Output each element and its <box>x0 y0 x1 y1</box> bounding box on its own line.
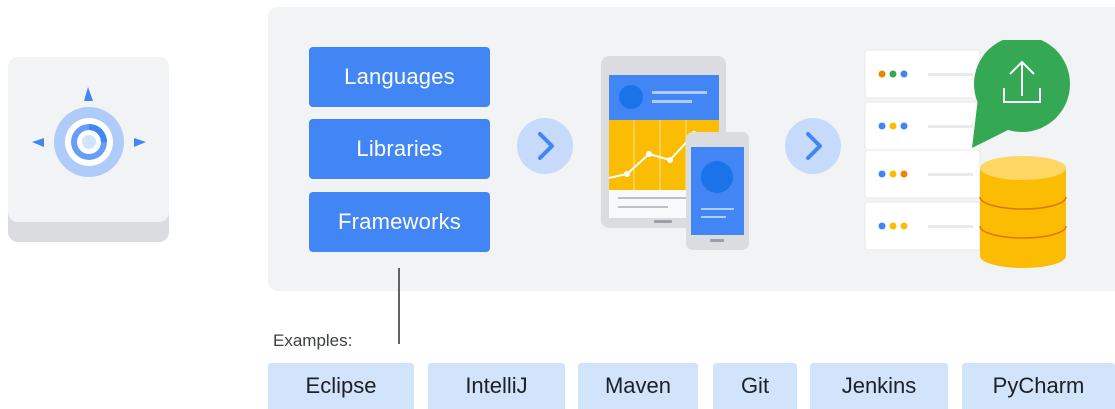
tool-maven: Maven <box>578 363 698 409</box>
examples-label: Examples: <box>273 331 353 350</box>
tool-jenkins: Jenkins <box>810 363 948 409</box>
server-unit <box>864 49 981 99</box>
connector-line <box>398 268 400 344</box>
chevron-right-icon <box>517 118 573 174</box>
upload-icon <box>972 40 1070 148</box>
database-icon <box>979 156 1067 268</box>
tool-git: Git <box>713 363 797 409</box>
server-unit <box>864 101 981 151</box>
server-unit <box>864 149 981 199</box>
languages-box: Languages <box>309 47 490 107</box>
device-app-icon <box>601 56 749 250</box>
libraries-box: Libraries <box>309 119 490 179</box>
tool-intellij: IntelliJ <box>428 363 565 409</box>
server-rack-icon <box>864 40 1070 268</box>
chevron-right-icon <box>785 118 841 174</box>
frameworks-box: Frameworks <box>309 192 490 252</box>
app-engine-icon <box>32 87 146 177</box>
tool-eclipse: Eclipse <box>268 363 414 409</box>
tool-pycharm: PyCharm <box>962 363 1115 409</box>
server-unit <box>864 201 981 251</box>
